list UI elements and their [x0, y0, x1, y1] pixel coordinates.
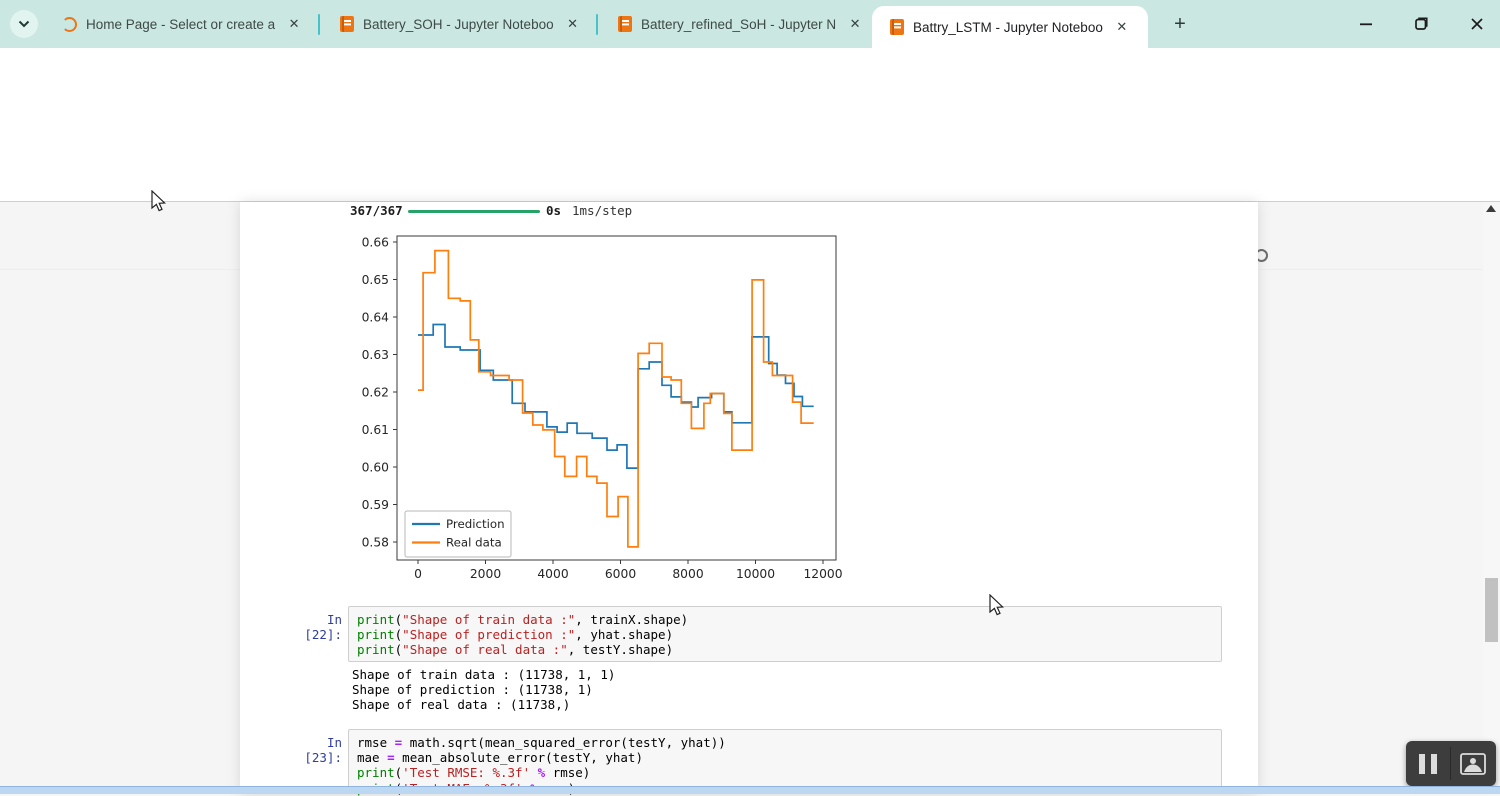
cell-prompt: In [23]:	[304, 735, 342, 765]
progress-rate: 1ms/step	[572, 203, 633, 218]
tab-close-icon[interactable]: ✕	[1113, 18, 1131, 36]
svg-text:2000: 2000	[470, 567, 501, 581]
svg-text:0: 0	[414, 567, 422, 581]
progress-time: 0s	[546, 203, 562, 218]
svg-text:0.63: 0.63	[362, 348, 389, 362]
svg-text:10000: 10000	[736, 567, 775, 581]
chevron-down-icon	[18, 20, 30, 28]
svg-text:0.59: 0.59	[362, 498, 389, 512]
scrollbar-thumb[interactable]	[1485, 578, 1498, 642]
window-close-button[interactable]	[1464, 12, 1490, 36]
svg-text:4000: 4000	[537, 567, 568, 581]
jupyter-book-favicon	[340, 16, 354, 32]
svg-text:Prediction: Prediction	[446, 517, 505, 531]
tab-home-page[interactable]: Home Page - Select or create a ✕	[48, 0, 314, 48]
progress-count: 367/367	[350, 203, 403, 218]
jupyter-book-favicon	[890, 19, 904, 35]
tab-close-icon[interactable]: ✕	[564, 15, 582, 33]
code-cell-input[interactable]: rmse = math.sqrt(mean_squared_error(test…	[348, 729, 1222, 796]
svg-text:12000: 12000	[803, 567, 842, 581]
jupyter-header: jupyter Battry_LSTM Last Checkpoint: 10 …	[0, 100, 1500, 298]
svg-text:0.61: 0.61	[362, 423, 389, 437]
cell-output-area: Shape of train data : (11738, 1, 1) Shape…	[352, 667, 616, 713]
tab-title: Battery_SOH - Jupyter Noteboo	[363, 16, 554, 32]
svg-text:0.64: 0.64	[362, 310, 390, 324]
browser-toolbar: localhost:8888/notebooks/Battry_LSTM.ipy…	[0, 48, 1500, 141]
code-cell-input[interactable]: print("Shape of train data :", trainX.sh…	[348, 606, 1222, 662]
tab-title: Battry_LSTM - Jupyter Noteboo	[913, 19, 1103, 35]
tab-title: Battery_refined_SoH - Jupyter N	[641, 16, 837, 32]
tab-close-icon[interactable]: ✕	[846, 15, 864, 33]
tab-title: Home Page - Select or create a	[86, 16, 276, 32]
svg-text:0.62: 0.62	[362, 385, 389, 399]
tab-separator	[318, 14, 320, 35]
tab-search-chevron-button[interactable]	[10, 10, 38, 38]
snapshot-button[interactable]	[1451, 752, 1495, 775]
pause-icon	[1431, 753, 1437, 774]
browser-tab-strip: Home Page - Select or create a ✕ Battery…	[0, 0, 1500, 48]
svg-text:0.66: 0.66	[362, 235, 390, 249]
close-icon	[1471, 18, 1483, 30]
svg-text:0.58: 0.58	[362, 535, 389, 549]
cell-prompt: In [22]:	[304, 612, 342, 642]
tab-separator	[596, 14, 598, 35]
progress-bar	[408, 210, 540, 213]
tab-close-icon[interactable]: ✕	[285, 15, 303, 33]
recording-control-overlay	[1406, 741, 1496, 786]
scroll-up-arrow-icon[interactable]	[1486, 205, 1496, 212]
minimize-icon	[1360, 23, 1372, 26]
page-scrollbar[interactable]	[1483, 203, 1500, 787]
svg-text:0.60: 0.60	[362, 460, 389, 474]
svg-text:8000: 8000	[672, 567, 703, 581]
svg-text:6000: 6000	[605, 567, 636, 581]
picture-icon	[1460, 752, 1486, 775]
svg-text:Real data: Real data	[446, 536, 502, 550]
new-tab-button[interactable]: +	[1166, 10, 1194, 38]
tab-battery-soh[interactable]: Battery_SOH - Jupyter Noteboo ✕	[326, 0, 588, 48]
window-minimize-button[interactable]	[1353, 12, 1379, 36]
window-maximize-button[interactable]	[1408, 12, 1434, 36]
jupyter-book-favicon	[618, 16, 632, 32]
maximize-icon	[1415, 17, 1428, 30]
taskbar-edge	[0, 786, 1500, 794]
tab-battery-refined-soh[interactable]: Battery_refined_SoH - Jupyter N ✕	[604, 0, 866, 48]
tab-battry-lstm-active[interactable]: Battry_LSTM - Jupyter Noteboo ✕	[872, 6, 1148, 48]
pause-button[interactable]	[1406, 753, 1450, 774]
prediction-vs-real-chart: 0.58 0.59 0.60 0.61 0.62 0.63 0.64 0.65 0.66 0 200…	[355, 228, 855, 590]
loading-spinner-icon	[62, 16, 77, 32]
pause-icon	[1419, 753, 1425, 774]
svg-text:0.65: 0.65	[362, 273, 389, 287]
